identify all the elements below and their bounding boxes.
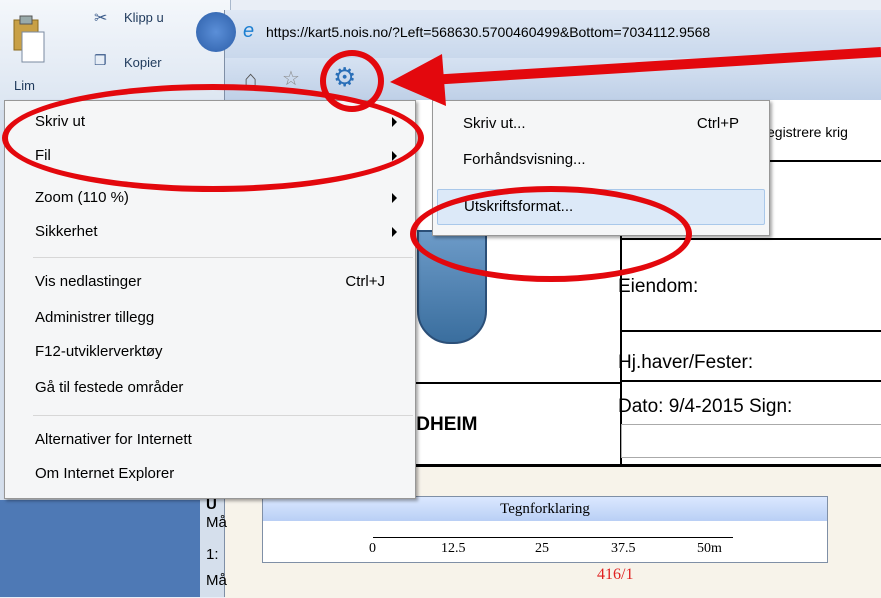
menu-item-file[interactable]: Fil (5, 139, 415, 173)
submenu-item-label: Skriv ut... (463, 115, 526, 132)
menu-item-addons[interactable]: Administrer tillegg (5, 301, 415, 335)
menu-item-zoom[interactable]: Zoom (110 %) (5, 181, 415, 215)
submenu-item-shortcut: Ctrl+P (696, 115, 739, 132)
annotation-arrow (390, 47, 881, 106)
submenu-item-page-setup[interactable]: Utskriftsformat... (437, 189, 765, 225)
menu-item-label: Gå til festede områder (35, 379, 184, 396)
menu-item-shortcut: Ctrl+J (345, 273, 385, 290)
menu-item-print[interactable]: Skriv ut (5, 105, 415, 139)
menu-item-label: Skriv ut (35, 113, 86, 130)
dato-label: Dato: 9/4-2015 Sign: (618, 396, 793, 417)
menu-item-label: Om Internet Explorer (35, 465, 175, 482)
legend-tick: 50m (697, 541, 722, 556)
coat-of-arms-image (417, 230, 487, 344)
submenu-item-label: Utskriftsformat... (464, 198, 574, 215)
sign-field[interactable] (621, 424, 881, 458)
gear-icon[interactable]: ⚙ (333, 62, 356, 93)
paste-label[interactable]: Lim (14, 78, 35, 93)
submenu-arrow-icon (392, 227, 397, 237)
menu-separator (33, 415, 413, 416)
menu-item-devtools[interactable]: F12-utviklerverktøy (5, 335, 415, 369)
submenu-item-label: Forhåndsvisning... (463, 151, 586, 168)
cut-icon[interactable]: ✂ (94, 8, 107, 28)
menu-item-label: Sikkerhet (35, 223, 98, 240)
header-register-text: egistrere krig (767, 124, 848, 140)
home-icon[interactable]: ⌂ (244, 66, 257, 92)
tools-menu: Skriv ut Fil Zoom (110 %) Sikkerhet Vis … (4, 100, 416, 499)
menu-item-label: Zoom (110 %) (35, 189, 129, 206)
menu-item-label: Vis nedlastinger (35, 273, 142, 290)
menu-item-label: F12-utviklerverktøy (35, 343, 163, 360)
menu-separator (33, 257, 413, 258)
menu-item-downloads[interactable]: Vis nedlastinger Ctrl+J (5, 265, 415, 299)
office-ribbon: Lim ✂ Klipp u ❐ Kopier (0, 0, 231, 110)
legend-box: Tegnforklaring 0 12.5 25 37.5 50m (262, 496, 828, 563)
city-label: IDHEIM (411, 414, 478, 435)
submenu-arrow-icon (392, 151, 397, 161)
menu-item-about[interactable]: Om Internet Explorer (5, 457, 415, 491)
eiendom-label: Eiendom: (618, 276, 699, 297)
copy-label[interactable]: Kopier (124, 55, 162, 70)
ie-logo-icon: e (243, 20, 255, 42)
print-submenu: Skriv ut... Ctrl+P Forhåndsvisning... Uts… (432, 100, 770, 236)
copy-icon[interactable]: ❐ (94, 52, 107, 69)
submenu-item-preview[interactable]: Forhåndsvisning... (433, 143, 769, 177)
map-parcel-label: 416/1 (597, 566, 634, 583)
menu-item-label: Administrer tillegg (35, 309, 155, 326)
back-button[interactable] (196, 12, 236, 52)
legend-title: Tegnforklaring (263, 497, 827, 521)
side-label-3: 1: (206, 546, 219, 563)
legend-tick: 0 (369, 541, 376, 556)
menu-item-pinned-sites[interactable]: Gå til festede områder (5, 371, 415, 405)
menu-item-security[interactable]: Sikkerhet (5, 215, 415, 249)
menu-item-label: Fil (35, 147, 51, 164)
favorites-star-icon[interactable]: ☆ (282, 66, 300, 91)
side-label-2: Må (206, 514, 227, 531)
side-label-4: Må (206, 572, 227, 589)
paste-icon[interactable] (10, 12, 46, 64)
cut-label[interactable]: Klipp u (124, 10, 164, 25)
legend-tick: 37.5 (611, 541, 636, 556)
legend-tick: 12.5 (441, 541, 466, 556)
submenu-arrow-icon (392, 193, 397, 203)
submenu-item-print[interactable]: Skriv ut... Ctrl+P (433, 107, 769, 141)
left-lower-pane (0, 500, 200, 597)
legend-tick: 25 (535, 541, 549, 556)
submenu-arrow-icon (392, 117, 397, 127)
fester-label: Hj.haver/Fester: (618, 352, 754, 373)
menu-item-internet-options[interactable]: Alternativer for Internett (5, 423, 415, 457)
menu-item-label: Alternativer for Internett (35, 431, 192, 448)
address-url[interactable]: https://kart5.nois.no/?Left=568630.57004… (266, 24, 710, 40)
